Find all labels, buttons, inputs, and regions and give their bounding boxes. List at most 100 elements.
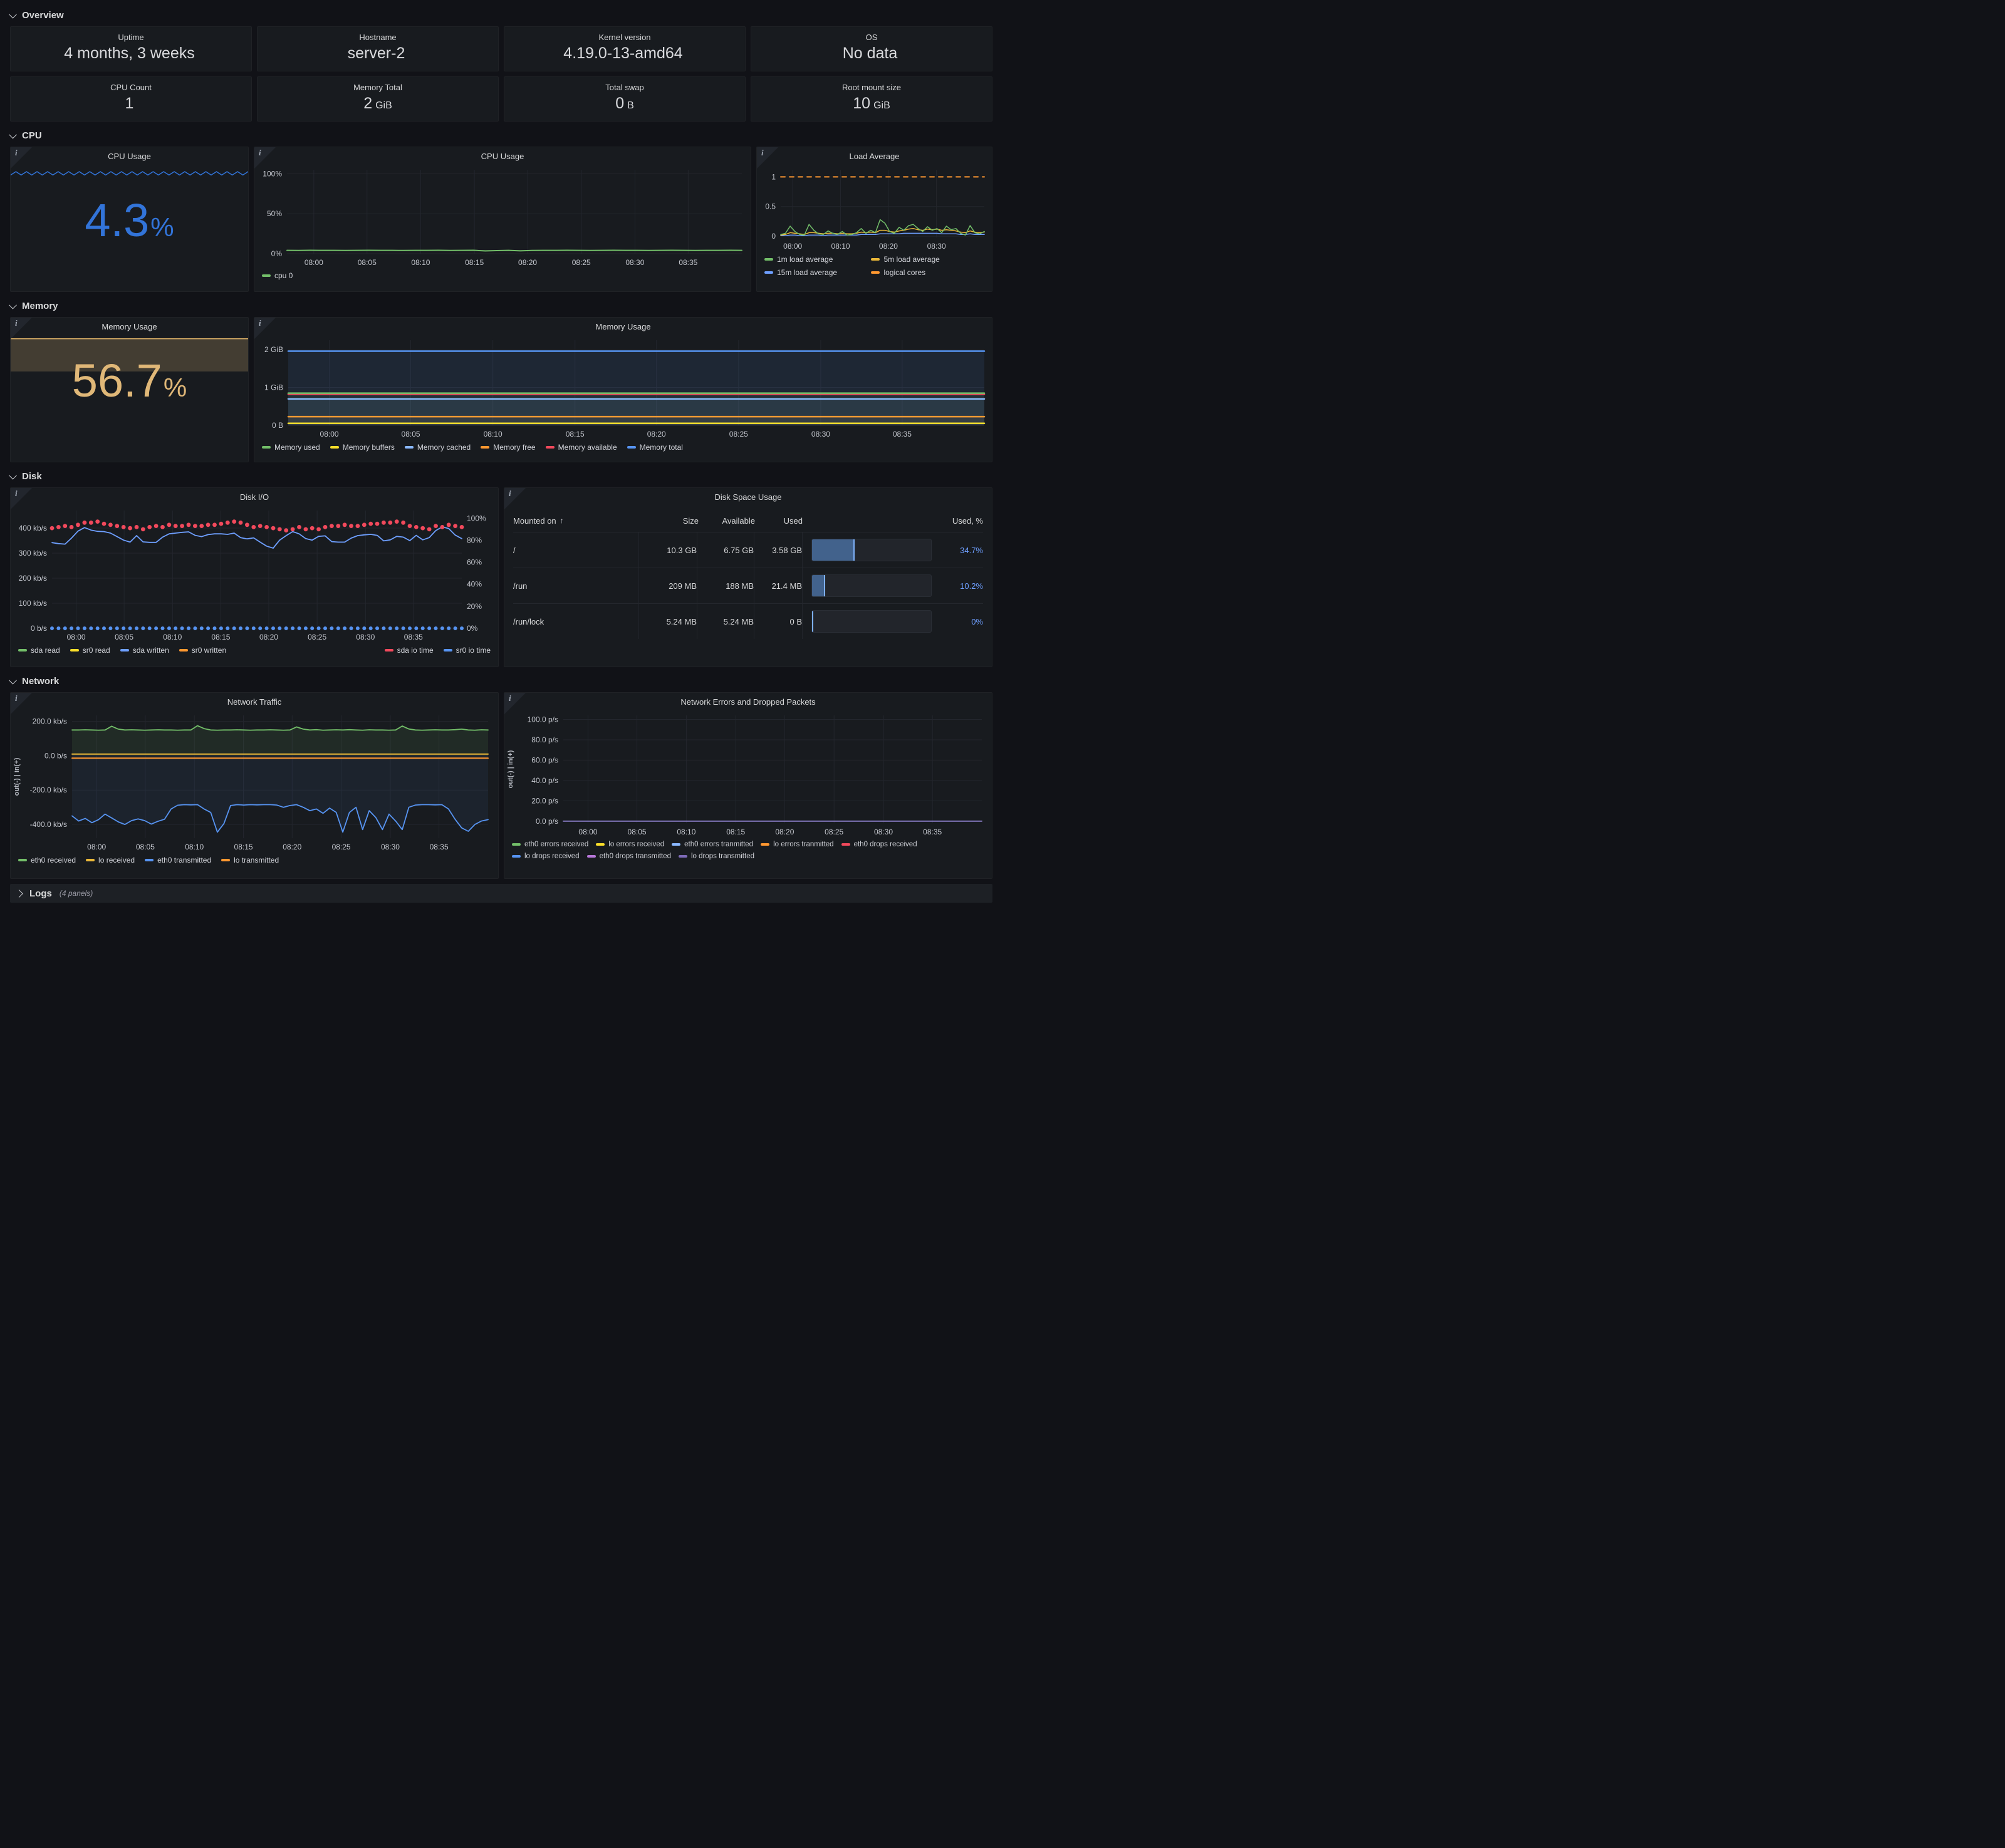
section-header-cpu[interactable]: CPU [10, 127, 992, 144]
panel-info-corner[interactable]: i [11, 488, 32, 509]
stat-panel-kernel-version[interactable]: Kernel version 4.19.0-13-amd64 [504, 26, 746, 71]
panel-title[interactable]: Memory Usage [254, 318, 992, 335]
panel-title[interactable]: CPU Usage [11, 147, 248, 165]
column-header-used[interactable]: Used [755, 516, 803, 526]
legend-item[interactable]: cpu 0 [262, 271, 293, 280]
column-header-mounted-on[interactable]: Mounted on ↑ [513, 516, 641, 526]
info-icon: i [15, 318, 18, 328]
legend-item[interactable]: sr0 io time [444, 646, 491, 655]
panel-info-corner[interactable]: i [11, 318, 32, 339]
cpu-usage-value: 4.3 [85, 197, 149, 244]
legend-item[interactable]: 5m load average [871, 255, 967, 264]
legend-item[interactable]: lo transmitted [221, 856, 279, 864]
panel-title[interactable]: CPU Count [11, 77, 251, 95]
stat-panel-os[interactable]: OS No data [751, 26, 992, 71]
legend-item[interactable]: lo received [86, 856, 135, 864]
svg-text:08:35: 08:35 [679, 258, 697, 267]
legend-item[interactable]: eth0 errors received [512, 841, 588, 848]
chart-legend: cpu 0 [254, 270, 751, 285]
panel-title[interactable]: Memory Usage [11, 318, 248, 335]
load-average-chart[interactable]: 08:0008:1008:2008:3000.51 [757, 165, 992, 254]
legend-label: 1m load average [777, 255, 833, 264]
column-header-used-pct[interactable]: Used, % [940, 516, 983, 526]
cpu-usage-chart-panel[interactable]: i CPU Usage 08:0008:0508:1008:1508:2008:… [254, 147, 751, 292]
panel-title[interactable]: Memory Total [258, 77, 498, 95]
stat-panel-memory-total[interactable]: Memory Total 2GiB [257, 76, 499, 122]
legend-item[interactable]: sr0 written [179, 646, 226, 655]
panel-title[interactable]: Root mount size [751, 77, 992, 95]
panel-title[interactable]: Hostname [258, 27, 498, 44]
section-header-logs[interactable]: Logs (4 panels) [10, 884, 992, 903]
legend-item[interactable]: eth0 received [18, 856, 76, 864]
section-header-network[interactable]: Network [10, 672, 992, 690]
legend-item[interactable]: Memory available [546, 443, 617, 452]
section-header-overview[interactable]: Overview [10, 6, 992, 24]
panel-info-corner[interactable]: i [11, 147, 32, 169]
network-errors-chart[interactable]: 08:0008:0508:1008:1508:2008:2508:3008:35… [504, 710, 992, 839]
legend-label: 5m load average [883, 255, 939, 264]
legend-item[interactable]: Memory buffers [330, 443, 395, 452]
panel-title[interactable]: OS [751, 27, 992, 44]
network-traffic-chart[interactable]: 08:0008:0508:1008:1508:2008:2508:3008:35… [11, 710, 498, 854]
cpu-usage-chart[interactable]: 08:0008:0508:1008:1508:2008:2508:3008:35… [254, 165, 751, 270]
legend-item[interactable]: Memory used [262, 443, 320, 452]
chart-legend: 1m load average 5m load average 15m load a… [757, 254, 992, 282]
stat-panel-root-mount-size[interactable]: Root mount size 10GiB [751, 76, 992, 122]
panel-title[interactable]: Total swap [504, 77, 745, 95]
stat-panel-hostname[interactable]: Hostname server-2 [257, 26, 499, 71]
legend-item[interactable]: eth0 transmitted [145, 856, 211, 864]
stat-panel-cpu-count[interactable]: CPU Count 1 [10, 76, 252, 122]
cell-size: 10.3 GB [638, 532, 697, 568]
legend-item[interactable]: Memory total [627, 443, 683, 452]
panel-title[interactable]: Uptime [11, 27, 251, 44]
network-errors-panel[interactable]: i Network Errors and Dropped Packets 08:… [504, 692, 992, 879]
legend-item[interactable]: sr0 read [70, 646, 110, 655]
column-header-available[interactable]: Available [699, 516, 755, 526]
legend-item[interactable]: lo errors received [596, 841, 664, 848]
legend-item[interactable]: lo drops transmitted [679, 853, 754, 860]
legend-item[interactable]: 15m load average [764, 268, 861, 277]
section-header-memory[interactable]: Memory [10, 297, 992, 314]
network-traffic-panel[interactable]: i Network Traffic 08:0008:0508:1008:1508… [10, 692, 499, 879]
legend-item[interactable]: sda io time [385, 646, 434, 655]
legend-item[interactable]: eth0 drops received [841, 841, 917, 848]
legend-item[interactable]: Memory free [481, 443, 535, 452]
disk-io-panel[interactable]: i Disk I/O 08:0008:0508:1008:1508:2008:2… [10, 487, 499, 667]
cell-used-pct: 10.2% [940, 581, 983, 591]
panel-title[interactable]: Disk Space Usage [504, 488, 992, 506]
legend-item[interactable]: Memory cached [405, 443, 471, 452]
panel-info-corner[interactable]: i [254, 318, 276, 339]
memory-usage-chart[interactable]: 08:0008:0508:1008:1508:2008:2508:3008:35… [254, 335, 992, 442]
stat-panel-total-swap[interactable]: Total swap 0B [504, 76, 746, 122]
stat-panel-uptime[interactable]: Uptime 4 months, 3 weeks [10, 26, 252, 71]
section-header-disk[interactable]: Disk [10, 467, 992, 485]
panel-info-corner[interactable]: i [11, 693, 32, 714]
load-average-panel[interactable]: i Load Average 08:0008:1008:2008:3000.51… [756, 147, 992, 292]
legend-item[interactable]: lo drops received [512, 853, 580, 860]
panel-info-corner[interactable]: i [254, 147, 276, 169]
memory-usage-stat-panel[interactable]: i Memory Usage 56.7 % [10, 317, 249, 462]
disk-space-usage-panel[interactable]: i Disk Space Usage Mounted on ↑ Size Ava… [504, 487, 992, 667]
memory-usage-chart-panel[interactable]: i Memory Usage 08:0008:0508:1008:1508:20… [254, 317, 992, 462]
panel-title[interactable]: Network Errors and Dropped Packets [504, 693, 992, 710]
panel-info-corner[interactable]: i [504, 488, 526, 509]
info-icon: i [259, 148, 261, 158]
panel-title[interactable]: Network Traffic [11, 693, 498, 710]
legend-item[interactable]: lo errors tranmitted [761, 841, 834, 848]
column-header-size[interactable]: Size [641, 516, 699, 526]
legend-item[interactable]: sda read [18, 646, 60, 655]
panel-title[interactable]: Load Average [757, 147, 992, 165]
panel-title[interactable]: Disk I/O [11, 488, 498, 506]
overview-stats-row-2: CPU Count 1 Memory Total 2GiB Total swap… [10, 76, 992, 122]
panel-info-corner[interactable]: i [757, 147, 778, 169]
legend-item[interactable]: eth0 errors tranmitted [672, 841, 753, 848]
legend-item[interactable]: eth0 drops transmitted [587, 853, 671, 860]
cpu-usage-stat-panel[interactable]: i CPU Usage 4.3 % [10, 147, 249, 292]
disk-io-chart[interactable]: 08:0008:0508:1008:1508:2008:2508:3008:35… [11, 506, 498, 645]
panel-title[interactable]: CPU Usage [254, 147, 751, 165]
panel-title[interactable]: Kernel version [504, 27, 745, 44]
legend-item[interactable]: sda written [120, 646, 169, 655]
panel-info-corner[interactable]: i [504, 693, 526, 714]
legend-item[interactable]: logical cores [871, 268, 967, 277]
legend-item[interactable]: 1m load average [764, 255, 861, 264]
